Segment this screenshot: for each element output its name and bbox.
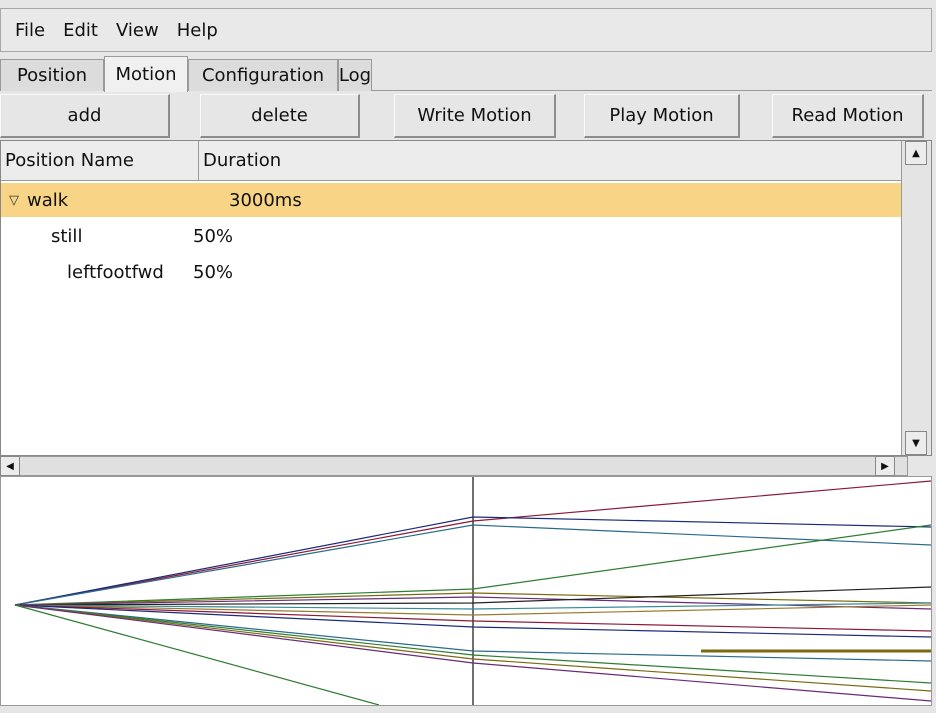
row-name: leftfootfwd bbox=[67, 261, 164, 283]
tree-row-walk[interactable]: ▽ walk 3000ms bbox=[1, 183, 903, 217]
row-duration: 3000ms bbox=[229, 189, 302, 211]
tab-motion[interactable]: Motion bbox=[104, 56, 188, 92]
tree-row-still[interactable]: still 50% bbox=[1, 219, 903, 253]
motion-editor-window: File Edit View Help Position Motion Conf… bbox=[0, 0, 936, 713]
menu-bar: File Edit View Help bbox=[0, 8, 932, 52]
menu-edit[interactable]: Edit bbox=[63, 20, 98, 41]
tab-configuration[interactable]: Configuration bbox=[188, 59, 338, 91]
horizontal-scrollbar[interactable]: ◀ ▶ bbox=[0, 456, 908, 476]
row-name: walk bbox=[27, 189, 69, 211]
vertical-scrollbar[interactable]: ▲ ▼ bbox=[901, 141, 931, 455]
play-motion-button[interactable]: Play Motion bbox=[584, 94, 740, 138]
scroll-down-icon[interactable]: ▼ bbox=[905, 431, 927, 455]
scroll-left-icon[interactable]: ◀ bbox=[0, 456, 20, 476]
tree-header: Position Name Duration bbox=[1, 141, 903, 181]
toolbar: add delete Write Motion Play Motion Read… bbox=[0, 94, 936, 138]
tab-log[interactable]: Log bbox=[338, 59, 372, 91]
read-motion-button[interactable]: Read Motion bbox=[772, 94, 924, 138]
row-duration: 50% bbox=[193, 225, 234, 247]
expander-down-icon[interactable]: ▽ bbox=[9, 193, 19, 208]
add-button[interactable]: add bbox=[0, 94, 170, 138]
scrollbar-corner bbox=[908, 456, 932, 476]
tree-row-leftfootfwd[interactable]: leftfootfwd 50% bbox=[1, 255, 903, 289]
motion-graph[interactable] bbox=[0, 476, 932, 706]
menu-view[interactable]: View bbox=[116, 20, 159, 41]
column-header-duration[interactable]: Duration bbox=[199, 141, 903, 181]
menu-file[interactable]: File bbox=[15, 20, 45, 41]
scroll-up-icon[interactable]: ▲ bbox=[905, 141, 927, 165]
motion-tree[interactable]: Position Name Duration ▽ walk 3000ms sti… bbox=[0, 140, 932, 456]
row-duration: 50% bbox=[193, 261, 234, 283]
write-motion-button[interactable]: Write Motion bbox=[394, 94, 556, 138]
row-name: still bbox=[51, 225, 83, 247]
column-header-position-name[interactable]: Position Name bbox=[1, 141, 199, 181]
tab-bar: Position Motion Configuration Log bbox=[0, 55, 932, 92]
motion-graph-canvas bbox=[14, 477, 931, 705]
tab-position[interactable]: Position bbox=[0, 59, 104, 91]
menu-help[interactable]: Help bbox=[177, 20, 218, 41]
delete-button[interactable]: delete bbox=[200, 94, 360, 138]
scroll-right-icon[interactable]: ▶ bbox=[875, 456, 895, 476]
